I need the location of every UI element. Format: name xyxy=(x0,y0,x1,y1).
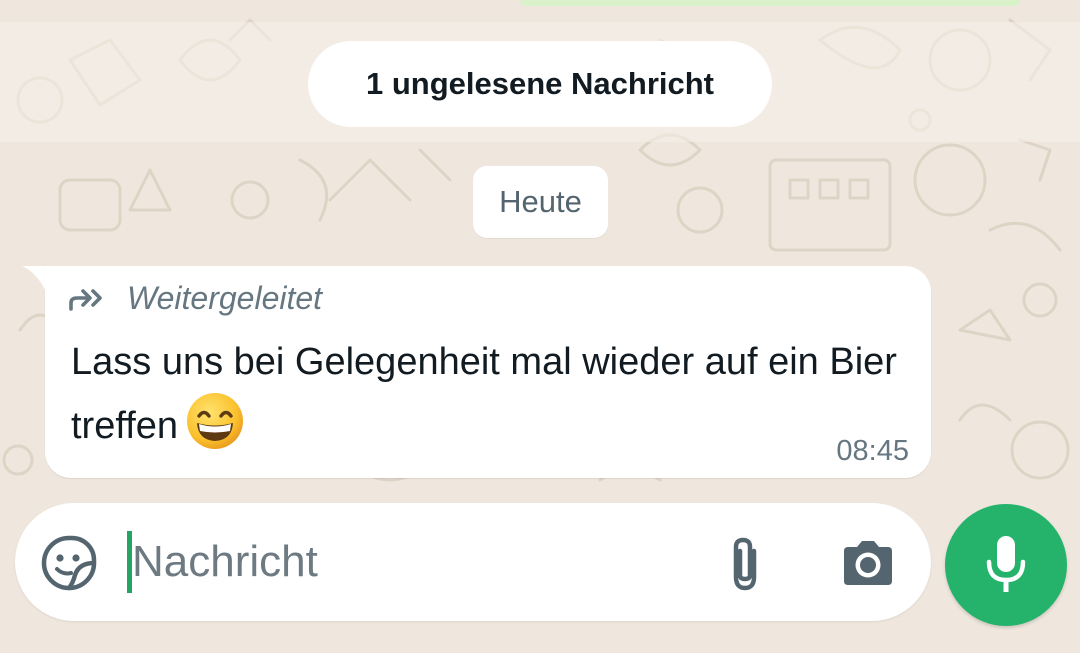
incoming-message-bubble[interactable]: Weitergeleitet Lass uns bei Gelegenheit … xyxy=(45,266,931,478)
message-composer xyxy=(15,503,931,621)
forwarded-indicator: Weitergeleitet xyxy=(67,280,322,317)
previous-message-edge xyxy=(520,0,1020,6)
date-divider: Heute xyxy=(473,166,608,238)
sticker-icon[interactable] xyxy=(39,533,99,593)
paperclip-icon[interactable] xyxy=(721,533,769,595)
forwarded-icon xyxy=(69,288,102,311)
grinning-face-emoji-icon xyxy=(187,393,244,449)
message-text: Lass uns bei Gelegenheit mal wieder auf … xyxy=(71,332,911,456)
unread-messages-banner: 1 ungelesene Nachricht xyxy=(308,41,772,127)
voice-message-button[interactable] xyxy=(945,504,1067,626)
message-input[interactable] xyxy=(132,523,692,601)
microphone-icon xyxy=(986,536,1026,592)
message-timestamp: 08:45 xyxy=(836,435,909,467)
forwarded-label: Weitergeleitet xyxy=(127,280,323,316)
camera-icon[interactable] xyxy=(839,538,897,588)
